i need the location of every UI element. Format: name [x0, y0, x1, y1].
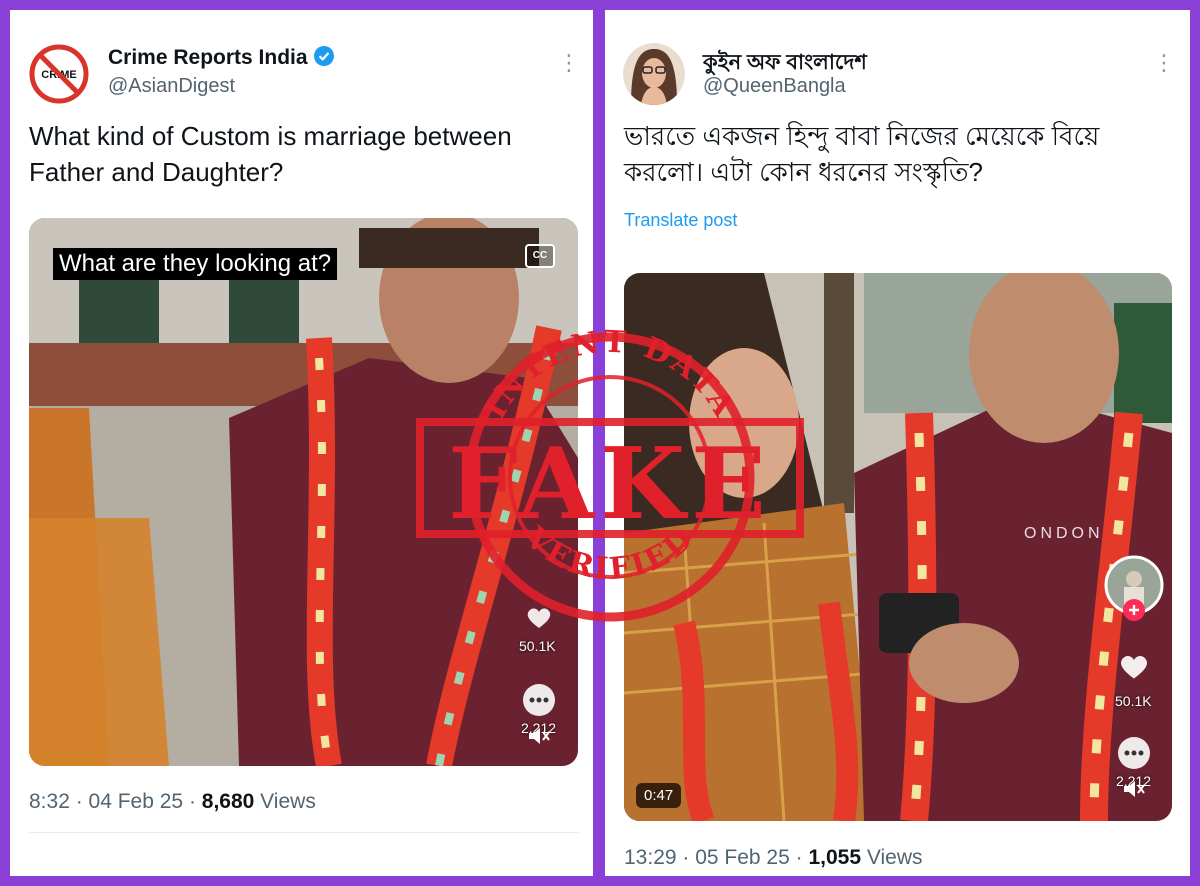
video-caption: What are they looking at? [53, 248, 338, 280]
avatar[interactable] [623, 43, 685, 105]
tweet-meta: 13:29 · 05 Feb 25 · 1,055 Views [624, 846, 923, 870]
timestamp-link[interactable]: 13:29 · 05 Feb 25 · [624, 846, 808, 869]
user-handle[interactable]: @AsianDigest [108, 75, 235, 98]
volume-icon[interactable] [527, 726, 551, 746]
more-options-icon[interactable]: ⋮ [558, 52, 580, 74]
stamp-main-text: FAKE [448, 427, 772, 542]
cc-button[interactable]: CC [525, 244, 555, 268]
display-name[interactable]: Crime Reports India [108, 46, 334, 70]
like-count: 50.1K [1115, 693, 1152, 709]
comment-icon[interactable] [1116, 735, 1152, 771]
video-duration: 0:47 [636, 783, 682, 808]
fake-stamp: INTENT DATA VERIFIED FAKE [416, 325, 804, 622]
user-handle[interactable]: @QueenBangla [703, 75, 846, 98]
volume-icon[interactable] [1122, 779, 1146, 799]
views-label: Views [254, 790, 316, 813]
views-count: 1,055 [808, 846, 862, 869]
tweet-text: ভারতে একজন হিন্দু বাবা নিজের মেয়েকে বিয… [624, 121, 1100, 187]
timestamp-link[interactable]: 8:32 · 04 Feb 25 · [29, 790, 202, 813]
avatar[interactable]: CRIME [28, 43, 90, 105]
more-options-icon[interactable]: ⋮ [1153, 52, 1175, 74]
verified-badge-icon [313, 46, 334, 66]
views-label: Views [861, 846, 923, 869]
shirt-print: ONDON [1024, 525, 1104, 542]
plus-icon[interactable] [1123, 599, 1145, 621]
stamp-top-text: INTENT DATA [478, 325, 743, 425]
comment-icon[interactable] [521, 682, 557, 718]
views-count: 8,680 [201, 790, 255, 813]
translate-post-link[interactable]: Translate post [624, 210, 737, 231]
tweet-text: What kind of Custom is marriage between … [29, 121, 512, 187]
like-count: 50.1K [519, 638, 556, 654]
heart-icon[interactable] [1119, 653, 1149, 681]
tweet-meta: 8:32 · 04 Feb 25 · 8,680 Views [29, 790, 316, 814]
divider [29, 832, 579, 833]
